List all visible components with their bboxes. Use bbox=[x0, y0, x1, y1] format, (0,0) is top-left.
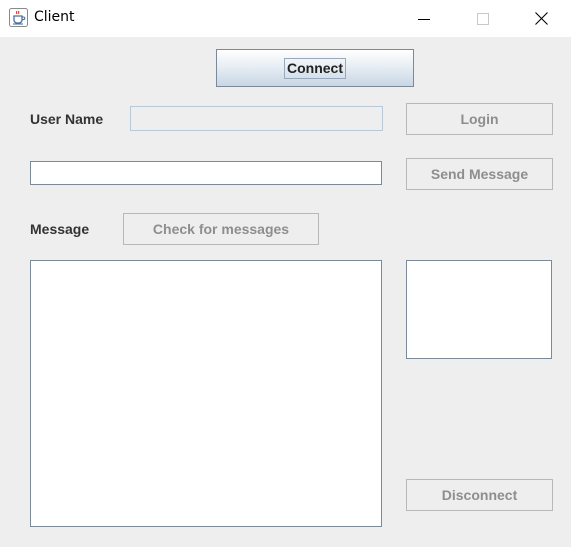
window-title: Client bbox=[34, 9, 75, 25]
username-field[interactable] bbox=[130, 106, 383, 131]
messages-text-area[interactable] bbox=[30, 260, 382, 527]
login-button[interactable]: Login bbox=[406, 103, 553, 135]
java-coffee-cup-icon bbox=[9, 8, 28, 27]
disconnect-button[interactable]: Disconnect bbox=[406, 479, 553, 511]
close-icon bbox=[534, 12, 548, 25]
title-bar[interactable]: Client bbox=[0, 0, 571, 37]
minimize-button[interactable] bbox=[401, 0, 447, 37]
connect-button-label: Connect bbox=[284, 57, 346, 79]
client-window: Client Connect User Name Login Send Mess… bbox=[0, 0, 571, 547]
maximize-icon bbox=[477, 12, 489, 25]
message-input[interactable] bbox=[30, 161, 382, 185]
client-content-panel: Connect User Name Login Send Message Mes… bbox=[0, 37, 571, 547]
close-button[interactable] bbox=[518, 0, 564, 37]
username-label: User Name bbox=[30, 111, 104, 127]
message-label: Message bbox=[30, 221, 90, 237]
maximize-button[interactable] bbox=[460, 0, 506, 37]
connect-button[interactable]: Connect bbox=[216, 49, 414, 87]
send-message-button[interactable]: Send Message bbox=[406, 158, 553, 190]
minimize-icon bbox=[418, 18, 430, 20]
check-messages-button[interactable]: Check for messages bbox=[123, 213, 319, 245]
users-list[interactable] bbox=[406, 260, 552, 359]
